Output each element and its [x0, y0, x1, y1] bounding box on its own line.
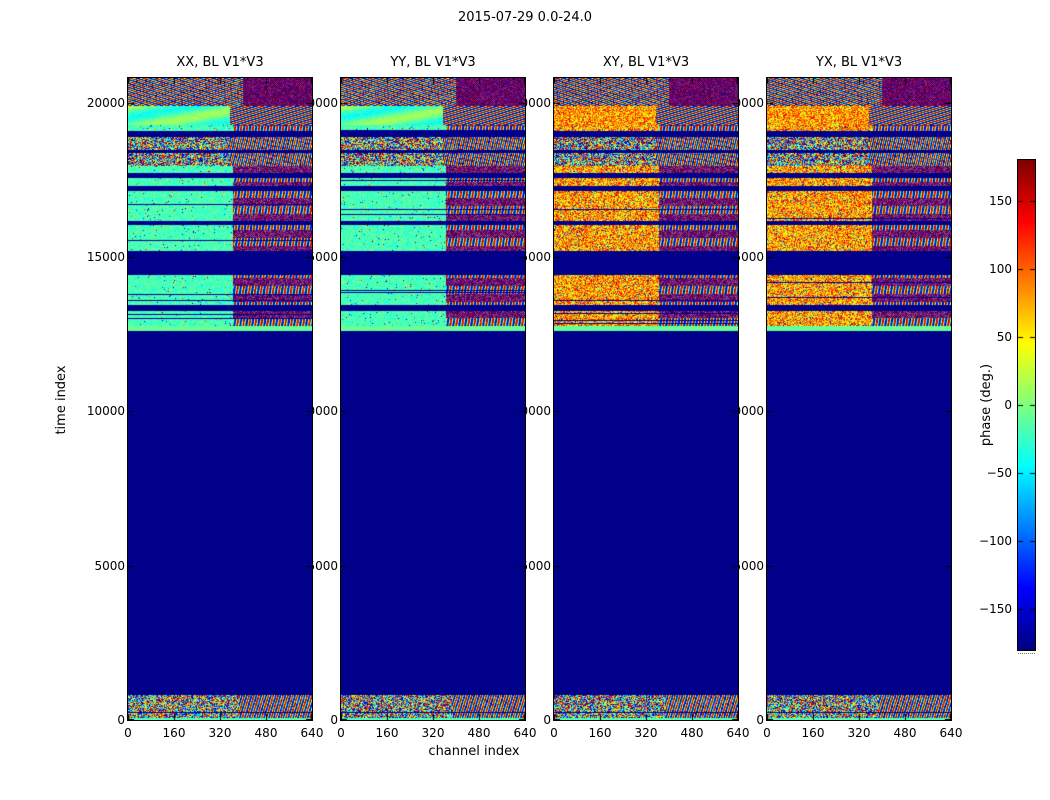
panel-xy [553, 77, 739, 721]
x-tick-label: 160 [162, 726, 186, 740]
x-tick-label: 160 [801, 726, 825, 740]
x-tick-label: 640 [939, 726, 963, 740]
x-tick-label: 320 [421, 726, 445, 740]
x-tick-label: 320 [208, 726, 232, 740]
x-tick-label: 480 [893, 726, 917, 740]
x-tick-label: 320 [634, 726, 658, 740]
x-axis-label: channel index [428, 744, 520, 759]
y-tick-label: 10000 [86, 404, 125, 418]
x-tick-label: 160 [588, 726, 612, 740]
panel-yx [766, 77, 952, 721]
panel-heatmap-xy [554, 78, 738, 720]
panel-title-xx: XX, BL V1*V3 [176, 55, 264, 70]
panel-title-yx: YX, BL V1*V3 [815, 55, 903, 70]
colorbar-tick-label: −50 [986, 466, 1012, 480]
panel-title-yy: YY, BL V1*V3 [390, 55, 476, 70]
figure: 2015-07-29 0.0-24.0 XX, BL V1*V3 0 5000 100… [0, 0, 1050, 800]
colorbar [1017, 159, 1036, 651]
x-tick-label: 0 [124, 726, 132, 740]
x-tick-label: 0 [337, 726, 345, 740]
y-axis-label: time index [54, 365, 69, 435]
colorbar-tick-label: 50 [996, 330, 1012, 344]
colorbar-tick-label: −100 [979, 534, 1012, 548]
x-tick-label: 480 [467, 726, 491, 740]
colorbar-tick-label: 100 [989, 262, 1012, 276]
panel-yy [340, 77, 526, 721]
figure-title: 2015-07-29 0.0-24.0 [458, 10, 592, 25]
colorbar-bottom-dotted [1018, 653, 1035, 654]
colorbar-gradient [1018, 160, 1035, 650]
x-tick-label: 0 [550, 726, 558, 740]
panel-heatmap-xx [128, 78, 312, 720]
y-tick-label: 15000 [86, 250, 125, 264]
panel-heatmap-yx [767, 78, 951, 720]
x-tick-label: 160 [375, 726, 399, 740]
panel-title-xy: XY, BL V1*V3 [602, 55, 690, 70]
panel-heatmap-yy [341, 78, 525, 720]
x-tick-label: 320 [847, 726, 871, 740]
colorbar-tick-label: −150 [979, 602, 1012, 616]
x-tick-label: 0 [763, 726, 771, 740]
x-tick-label: 480 [680, 726, 704, 740]
x-tick-label: 480 [254, 726, 278, 740]
panel-xx [127, 77, 313, 721]
y-tick-label: 20000 [86, 96, 125, 110]
colorbar-label: phase (deg.) [979, 363, 994, 447]
colorbar-tick-label: 150 [989, 194, 1012, 208]
y-tick-label: 5000 [94, 559, 125, 573]
